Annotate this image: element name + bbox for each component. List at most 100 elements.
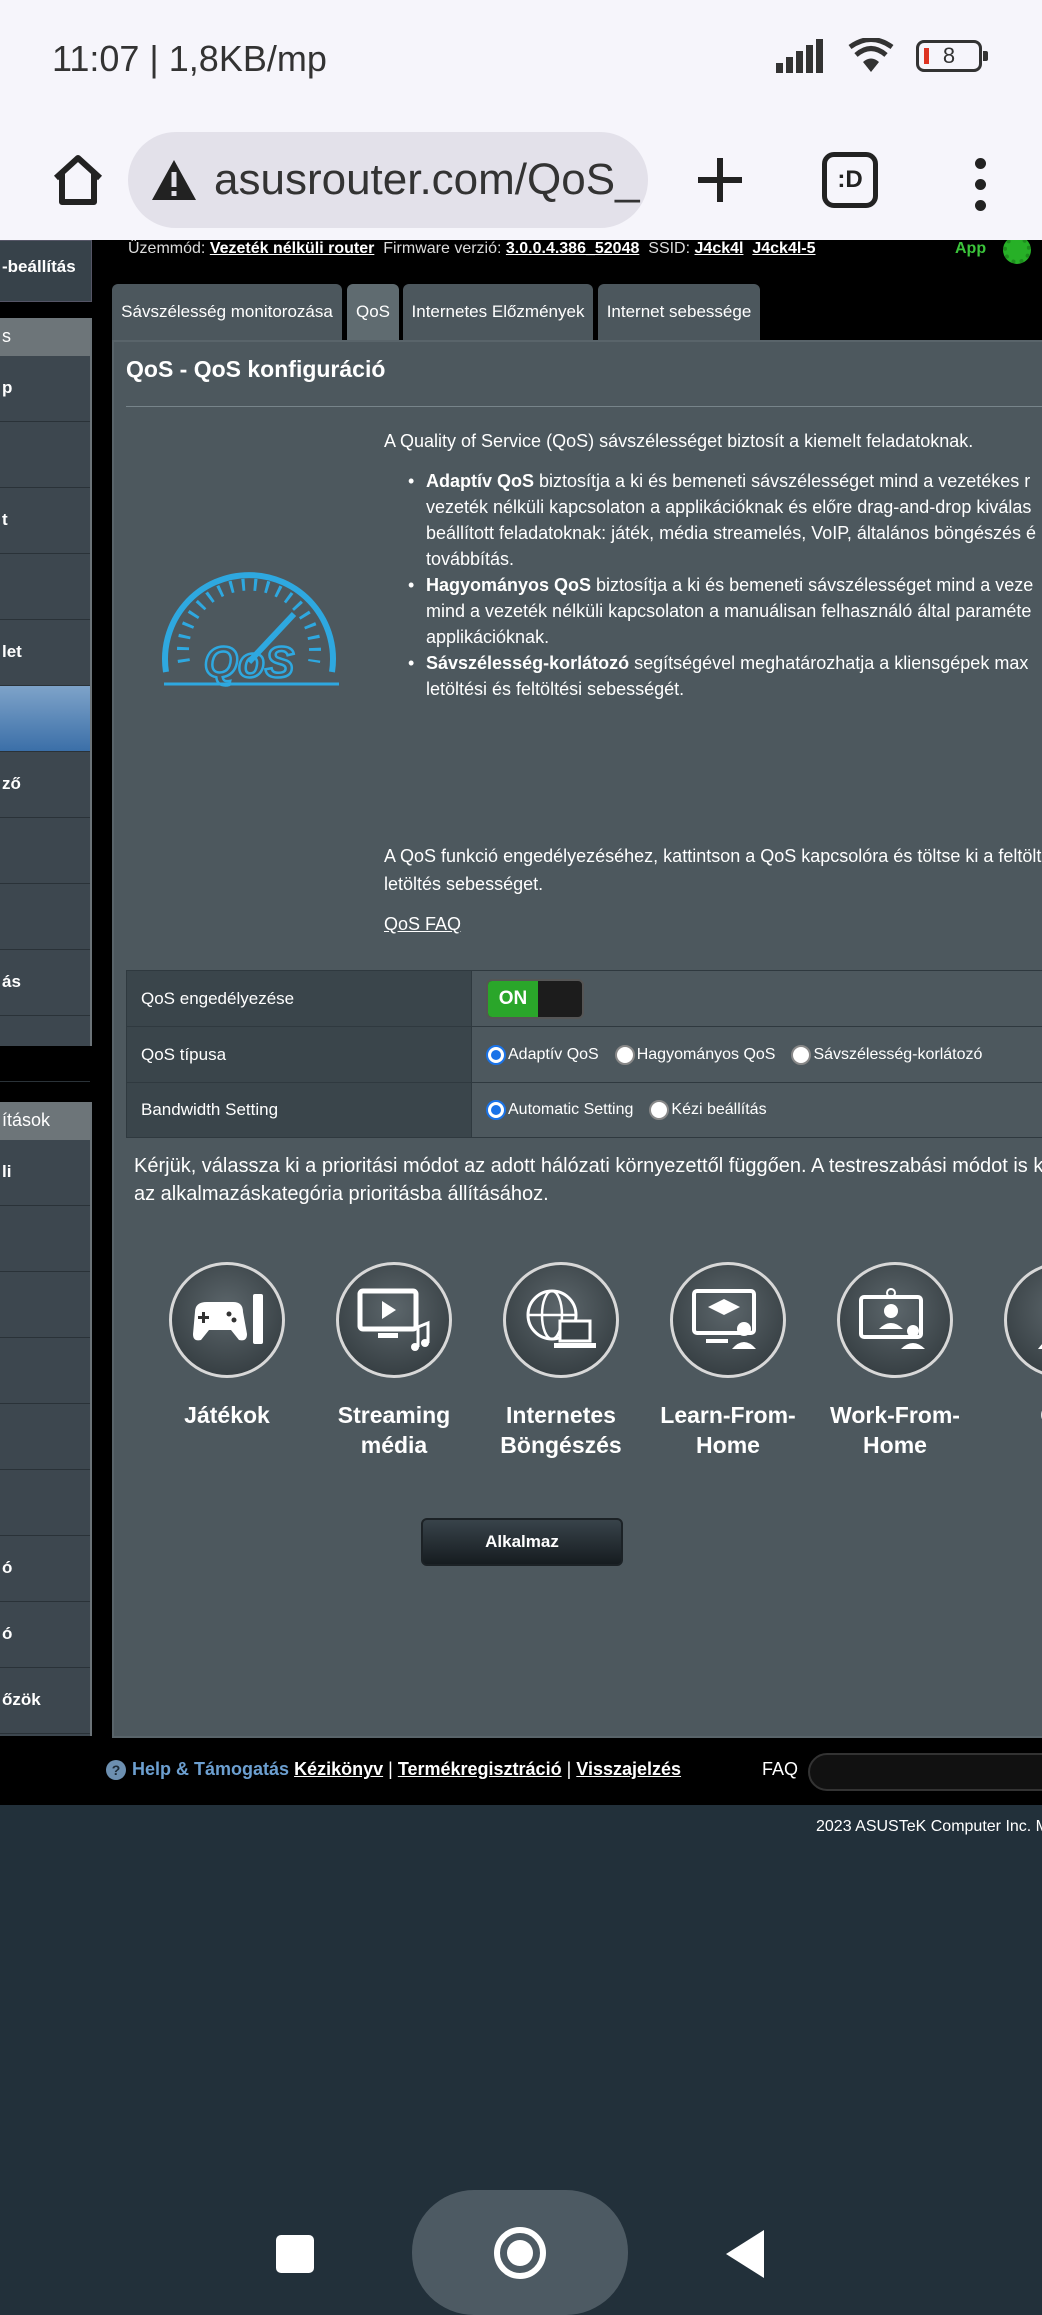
registration-link[interactable]: Termékregisztráció bbox=[398, 1759, 562, 1779]
help-icon: ? bbox=[106, 1760, 126, 1781]
qos-faq-link[interactable]: QoS FAQ bbox=[384, 914, 461, 935]
copyright-text: 2023 ASUSTeK Computer Inc. Mi bbox=[816, 1818, 1042, 1835]
radio-traditional-qos[interactable]: Hagyományos QoS bbox=[614, 1044, 775, 1065]
sidebar-item[interactable]: p bbox=[0, 356, 90, 422]
sidebar-item[interactable] bbox=[0, 1338, 90, 1404]
mode-customize[interactable]: Cus bbox=[972, 1262, 1042, 1430]
new-tab-button[interactable] bbox=[690, 140, 750, 220]
mode-gaming[interactable]: Játékok bbox=[137, 1262, 317, 1430]
customize-icon bbox=[1004, 1262, 1042, 1378]
bullet-text: vezeték nélküli kapcsolaton a applikáció… bbox=[426, 497, 1032, 517]
sidebar-item-active[interactable] bbox=[0, 686, 90, 752]
warning-icon bbox=[152, 160, 196, 200]
manual-link[interactable]: Kézikönyv bbox=[294, 1759, 383, 1779]
firmware-label: Firmware verzió: bbox=[383, 240, 502, 257]
faq-search-input[interactable] bbox=[808, 1753, 1042, 1791]
browser-toolbar: asusrouter.com/QoS_ :D bbox=[0, 120, 1042, 240]
sidebar-item[interactable] bbox=[0, 884, 90, 950]
tab-web-history[interactable]: Internetes Előzmények bbox=[403, 284, 593, 340]
apply-button[interactable]: Alkalmaz bbox=[421, 1518, 623, 1566]
radio-bandwidth-limiter[interactable]: Sávszélesség-korlátozó bbox=[791, 1044, 982, 1065]
plus-icon bbox=[698, 158, 742, 202]
tabs-count: :D bbox=[837, 166, 863, 193]
status-bar: 11:07 | 1,8KB/mp 8 bbox=[0, 0, 1042, 120]
home-button[interactable] bbox=[36, 138, 120, 222]
setting-row-type: QoS típusa Adaptív QoS Hagyományos QoS S… bbox=[126, 1026, 1042, 1082]
gear-icon[interactable] bbox=[1003, 240, 1031, 264]
mode-label: Streaming média bbox=[337, 1402, 451, 1458]
sidebar-item[interactable] bbox=[0, 1272, 90, 1338]
mode-link[interactable]: Vezeték nélküli router bbox=[210, 240, 375, 257]
mode-streaming[interactable]: Streaming média bbox=[304, 1262, 484, 1460]
sidebar-item[interactable] bbox=[0, 1470, 90, 1536]
bullet-bandwidth-limiter: Sávszélesség-korlátozó segítségével megh… bbox=[408, 650, 1042, 676]
radio-button[interactable] bbox=[791, 1044, 812, 1065]
sidebar-item[interactable] bbox=[0, 554, 90, 620]
home-circle-icon bbox=[494, 2226, 546, 2279]
qos-feature-list: Adaptív QoS biztosítja a ki és bemeneti … bbox=[408, 468, 1042, 702]
setting-value: ON bbox=[472, 971, 1042, 1026]
address-bar[interactable]: asusrouter.com/QoS_ bbox=[128, 132, 648, 228]
radio-manual-setting[interactable]: Kézi beállítás bbox=[649, 1100, 767, 1120]
radio-adaptive-qos[interactable]: Adaptív QoS bbox=[486, 1044, 599, 1065]
ssid-link-1[interactable]: J4ck4l bbox=[695, 240, 744, 257]
setting-label: Bandwidth Setting bbox=[127, 1083, 472, 1137]
browser-menu-button[interactable] bbox=[960, 144, 1000, 224]
bullet-adaptive-qos: Adaptív QoS biztosítja a ki és bemeneti … bbox=[408, 468, 1042, 494]
tab-speed-test[interactable]: Internet sebessége bbox=[598, 284, 760, 340]
radio-label: Automatic Setting bbox=[508, 1101, 634, 1118]
tab-bandwidth-monitor[interactable]: Sávszélesség monitorozása bbox=[112, 284, 342, 340]
radio-button[interactable] bbox=[486, 1100, 506, 1120]
sidebar-item[interactable]: ző bbox=[0, 752, 90, 818]
priority-instructions: Kérjük, válassza ki a prioritási módot a… bbox=[134, 1152, 1042, 1208]
sidebar-item[interactable] bbox=[0, 1206, 90, 1272]
back-button[interactable] bbox=[726, 2230, 764, 2278]
sidebar-item[interactable]: ó bbox=[0, 1602, 90, 1668]
home-icon bbox=[53, 155, 103, 205]
feedback-link[interactable]: Visszajelzés bbox=[576, 1759, 681, 1779]
work-from-home-icon bbox=[837, 1262, 953, 1378]
mode-label: Work-From- Home bbox=[830, 1402, 960, 1458]
sidebar: -beállítás s p t let ző ás ítások li ó ó bbox=[0, 240, 92, 1737]
help-label: Help & Támogatás bbox=[132, 1759, 290, 1779]
radio-button[interactable] bbox=[649, 1100, 670, 1120]
mode-learn-from-home[interactable]: Learn-From- Home bbox=[638, 1262, 818, 1460]
sidebar-item[interactable]: őzök bbox=[0, 1668, 90, 1734]
sidebar-item[interactable]: ó bbox=[0, 1536, 90, 1602]
radio-button[interactable] bbox=[486, 1044, 506, 1065]
firmware-link[interactable]: 3.0.0.4.386_52048 bbox=[506, 240, 639, 257]
radio-label: Kézi beállítás bbox=[671, 1101, 767, 1118]
sidebar-quick-setup[interactable]: -beállítás bbox=[0, 240, 92, 302]
tab-qos[interactable]: QoS bbox=[347, 284, 399, 340]
page-footer: ? Help & Támogatás Kézikönyv | Termékregi… bbox=[92, 1753, 1042, 1805]
recents-button[interactable] bbox=[276, 2235, 314, 2273]
mode-label: Játékok bbox=[184, 1402, 270, 1428]
priority-line: az alkalmazáskategória prioritásba állít… bbox=[134, 1183, 549, 1205]
mode-work-from-home[interactable]: Work-From- Home bbox=[805, 1262, 985, 1460]
tab-switcher-button[interactable]: :D bbox=[822, 152, 878, 208]
sidebar-item[interactable]: t bbox=[0, 488, 90, 554]
sidebar-item[interactable]: li bbox=[0, 1140, 90, 1206]
mode-web-browsing[interactable]: Internetes Böngészés bbox=[471, 1262, 651, 1460]
sidebar-item[interactable]: ás bbox=[0, 950, 90, 1016]
sidebar-item[interactable] bbox=[0, 1016, 90, 1082]
setting-label: QoS engedélyezése bbox=[127, 971, 472, 1026]
radio-automatic-setting[interactable]: Automatic Setting bbox=[486, 1100, 633, 1120]
bullet-text: beállított feladatoknak: játék, média st… bbox=[426, 523, 1037, 543]
battery-level: 8 bbox=[942, 43, 956, 68]
setting-label: QoS típusa bbox=[127, 1027, 472, 1082]
sidebar-item[interactable] bbox=[0, 1404, 90, 1470]
qos-enable-toggle[interactable]: ON bbox=[486, 978, 584, 1019]
sidebar-item[interactable] bbox=[0, 422, 90, 488]
status-time: 11:07 | 1,8KB/mp bbox=[52, 38, 327, 79]
toggle-on-label: ON bbox=[488, 980, 538, 1017]
radio-button[interactable] bbox=[614, 1044, 635, 1065]
sidebar-item[interactable]: let bbox=[0, 620, 90, 686]
setting-value: Automatic Setting Kézi beállítás bbox=[472, 1083, 1042, 1137]
app-link[interactable]: App bbox=[955, 240, 986, 258]
ssid-link-2[interactable]: J4ck4l-5 bbox=[752, 240, 815, 257]
home-nav-button[interactable] bbox=[412, 2190, 628, 2315]
bullet-text: biztosítja a ki és bemeneti sávszélesség… bbox=[534, 471, 1031, 491]
url-text: asusrouter.com/QoS_ bbox=[214, 155, 640, 204]
sidebar-item[interactable] bbox=[0, 818, 90, 884]
